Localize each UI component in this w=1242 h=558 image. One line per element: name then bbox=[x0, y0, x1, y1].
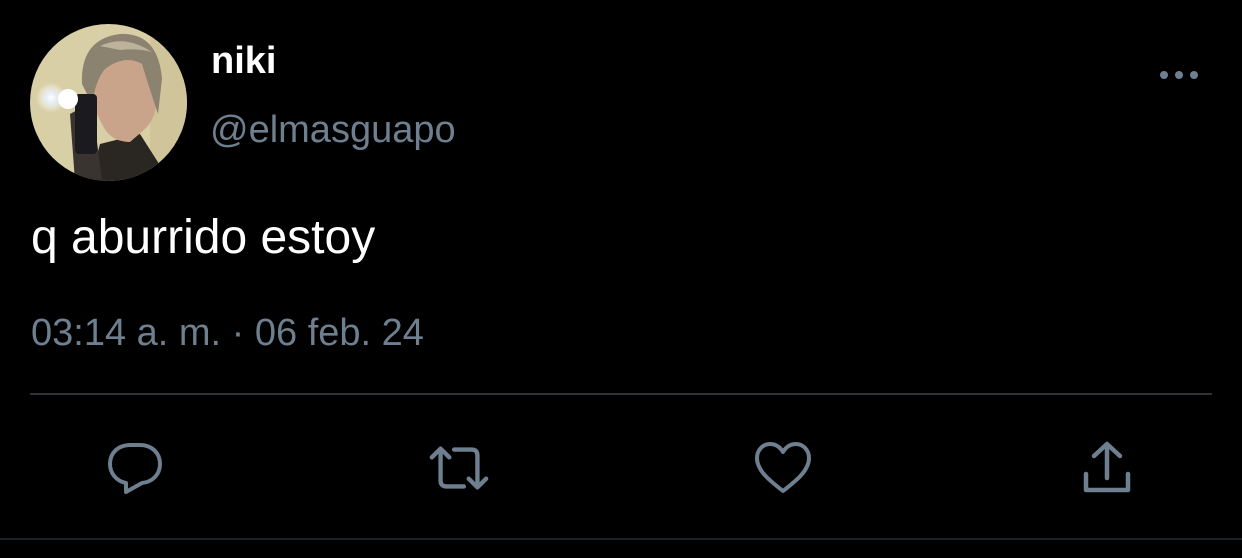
more-button[interactable] bbox=[1150, 56, 1208, 94]
tweet-timestamp[interactable]: 03:14 a. m. · 06 feb. 24 bbox=[31, 310, 424, 356]
share-button[interactable] bbox=[1075, 436, 1139, 500]
bottom-divider bbox=[0, 538, 1242, 540]
share-icon bbox=[1083, 441, 1131, 493]
display-name[interactable]: niki bbox=[211, 38, 276, 84]
avatar-photo bbox=[30, 24, 187, 181]
retweet-icon bbox=[429, 446, 489, 490]
user-handle[interactable]: @elmasguapo bbox=[210, 107, 456, 153]
retweet-button[interactable] bbox=[427, 436, 491, 500]
avatar[interactable] bbox=[30, 24, 187, 181]
tweet-text: q aburrido estoy bbox=[31, 211, 376, 264]
divider bbox=[30, 393, 1212, 395]
reply-icon bbox=[108, 443, 162, 494]
reply-button[interactable] bbox=[103, 436, 167, 500]
more-icon bbox=[1160, 71, 1198, 79]
like-button[interactable] bbox=[751, 436, 815, 500]
heart-icon bbox=[755, 442, 811, 493]
